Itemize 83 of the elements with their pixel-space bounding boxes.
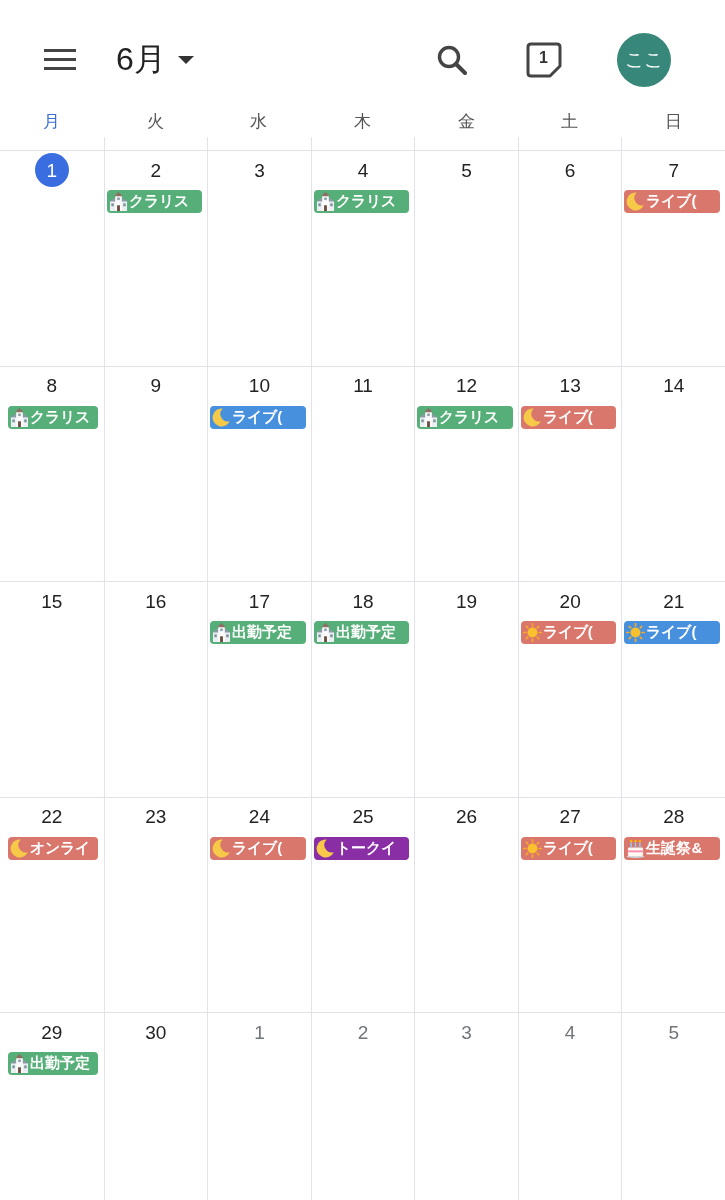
event-chip[interactable]: 出勤予定 bbox=[313, 621, 410, 644]
date-number: 9 bbox=[150, 376, 162, 395]
date-number: 20 bbox=[559, 591, 581, 611]
event-chip[interactable]: クラリス bbox=[106, 190, 203, 213]
date-number: 11 bbox=[353, 376, 373, 395]
weekday-label: 金 bbox=[457, 110, 475, 133]
weekday-label: 火 bbox=[146, 110, 164, 133]
event-chip[interactable]: ライブ( bbox=[624, 621, 720, 644]
moon-icon bbox=[522, 407, 542, 427]
cake-icon bbox=[626, 838, 646, 858]
date-number: 30 bbox=[145, 1022, 167, 1042]
event-chip[interactable]: 出勤予定 bbox=[210, 621, 306, 644]
building-icon bbox=[10, 1054, 29, 1073]
date-number: 23 bbox=[145, 807, 167, 826]
date-number: 6 bbox=[564, 160, 576, 180]
date-number: 24 bbox=[248, 807, 270, 826]
event-chip[interactable]: クラリス bbox=[8, 405, 98, 429]
sun-icon bbox=[626, 623, 646, 642]
date-number: 21 bbox=[663, 591, 685, 611]
date-number: 17 bbox=[248, 591, 270, 611]
date-number: 4 bbox=[357, 160, 369, 180]
event-chip[interactable]: クラリス bbox=[417, 405, 513, 429]
date-number: 4 bbox=[564, 1022, 576, 1042]
moon-icon bbox=[315, 838, 335, 858]
date-number: 15 bbox=[41, 591, 63, 611]
event-chip[interactable]: ライブ( bbox=[520, 621, 617, 644]
weekday-label: 月 bbox=[43, 110, 61, 133]
event-chip[interactable]: トークイ bbox=[313, 836, 410, 860]
moon-icon bbox=[626, 192, 646, 211]
building-icon bbox=[419, 407, 439, 427]
event-chip[interactable]: クラリス bbox=[313, 190, 410, 213]
event-chip[interactable]: ライブ( bbox=[210, 405, 306, 429]
date-number: 5 bbox=[461, 160, 472, 180]
month-dropdown[interactable]: 6月 bbox=[116, 37, 194, 82]
date-number: 8 bbox=[46, 376, 58, 395]
building-icon bbox=[315, 192, 335, 211]
weekday-label: 日 bbox=[664, 110, 682, 133]
event-chip[interactable]: ライブ( bbox=[210, 836, 306, 860]
date-number: 12 bbox=[456, 376, 478, 395]
date-number: 27 bbox=[559, 807, 581, 826]
caret-icon bbox=[177, 55, 194, 64]
date-number: 5 bbox=[668, 1022, 679, 1042]
date-number: 1 bbox=[254, 1022, 265, 1042]
date-number: 22 bbox=[41, 807, 63, 826]
date-number: 1 bbox=[34, 153, 69, 187]
event-chip[interactable]: オンライ bbox=[8, 836, 98, 860]
date-number: 28 bbox=[663, 807, 685, 826]
event-chip[interactable]: ライブ( bbox=[520, 836, 617, 860]
account-avatar[interactable]: ここ bbox=[617, 32, 671, 87]
date-number: 14 bbox=[663, 376, 685, 395]
weekday-label: 水 bbox=[250, 110, 268, 133]
menu-icon bbox=[44, 49, 76, 70]
date-number: 13 bbox=[559, 376, 581, 395]
moon-icon bbox=[212, 407, 232, 427]
date-number: 16 bbox=[145, 591, 167, 611]
date-number: 3 bbox=[461, 1022, 472, 1042]
weekday-label: 土 bbox=[561, 110, 579, 133]
event-chip[interactable]: 出勤予定 bbox=[8, 1052, 98, 1075]
building-icon bbox=[108, 192, 128, 211]
weekday-label: 木 bbox=[354, 110, 371, 133]
date-number: 29 bbox=[41, 1022, 63, 1042]
building-icon bbox=[10, 407, 29, 427]
sun-icon bbox=[522, 623, 542, 642]
date-number: 7 bbox=[668, 160, 679, 180]
building-icon bbox=[315, 623, 335, 642]
sun-icon bbox=[522, 838, 542, 858]
today-button[interactable]: 1 bbox=[526, 41, 562, 78]
moon-icon bbox=[10, 838, 29, 858]
date-number: 10 bbox=[248, 376, 270, 395]
date-number: 26 bbox=[456, 807, 478, 826]
date-number: 18 bbox=[352, 591, 374, 611]
search-icon bbox=[437, 44, 467, 75]
date-number: 25 bbox=[352, 807, 374, 826]
date-number: 19 bbox=[456, 591, 478, 611]
building-icon bbox=[212, 623, 232, 642]
date-number: 2 bbox=[357, 1022, 369, 1042]
event-chip[interactable]: ライブ( bbox=[624, 190, 720, 213]
date-number: 2 bbox=[150, 160, 162, 180]
moon-icon bbox=[212, 838, 232, 858]
calendar-icon bbox=[526, 41, 562, 78]
event-chip[interactable]: ライブ( bbox=[520, 405, 617, 429]
date-number: 3 bbox=[254, 160, 265, 180]
event-chip[interactable]: 生誕祭& bbox=[624, 836, 720, 860]
